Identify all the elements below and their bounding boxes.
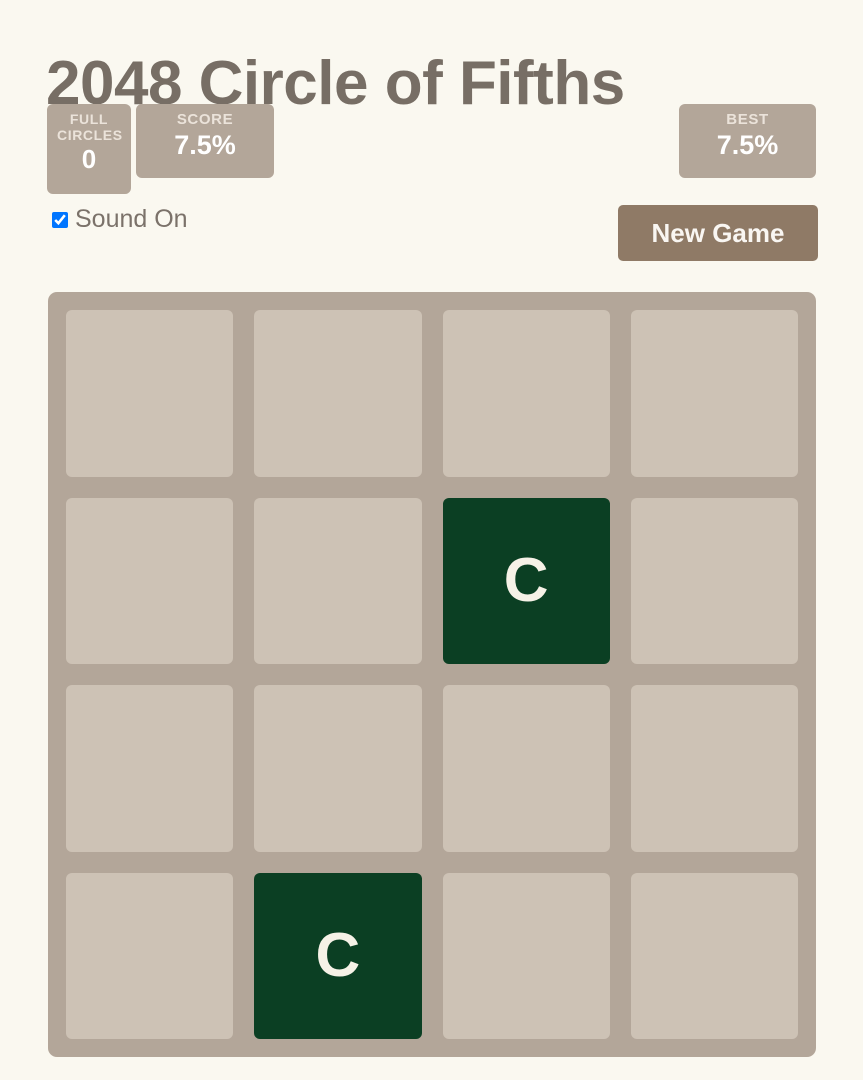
game-page: 2048 Circle of Fifths FULL CIRCLES 0 SCO…: [0, 0, 863, 1080]
board-cell-empty: [66, 497, 234, 664]
full-circles-score-box: FULL CIRCLES 0: [47, 104, 131, 194]
board-cell-empty: [442, 872, 610, 1039]
new-game-button[interactable]: New Game: [618, 205, 818, 261]
sound-toggle-label[interactable]: Sound On: [75, 207, 188, 232]
score-box: SCORE 7.5%: [136, 104, 274, 178]
board-cell-empty: [630, 497, 798, 664]
sound-toggle-row[interactable]: Sound On: [52, 207, 188, 232]
tile-label: C: [315, 920, 361, 990]
full-circles-label: FULL CIRCLES: [57, 111, 123, 143]
board-cell-empty: [66, 872, 234, 1039]
board-cell-empty: [254, 310, 422, 477]
score-label: SCORE: [176, 111, 234, 128]
board-cell-empty: [442, 310, 610, 477]
board-cell-empty: [66, 310, 234, 477]
board-cell-empty: [630, 685, 798, 852]
board-cell-empty: [254, 497, 422, 664]
board-tile: C: [254, 872, 422, 1039]
board-cell-empty: [442, 685, 610, 852]
tile-label: C: [503, 545, 549, 615]
board-cell-empty: [66, 685, 234, 852]
board-cell-empty: [630, 310, 798, 477]
best-value: 7.5%: [716, 129, 779, 160]
game-grid: CC: [66, 310, 798, 1039]
best-score-box: BEST 7.5%: [679, 104, 816, 178]
page-title: 2048 Circle of Fifths: [46, 48, 625, 118]
full-circles-value: 0: [81, 144, 97, 175]
score-value: 7.5%: [174, 129, 236, 160]
board-tile: C: [442, 497, 610, 664]
board-cell-empty: [254, 685, 422, 852]
sound-checkbox[interactable]: [52, 211, 68, 228]
best-label: BEST: [726, 111, 769, 128]
board-cell-empty: [630, 872, 798, 1039]
game-board[interactable]: CC: [48, 292, 816, 1057]
